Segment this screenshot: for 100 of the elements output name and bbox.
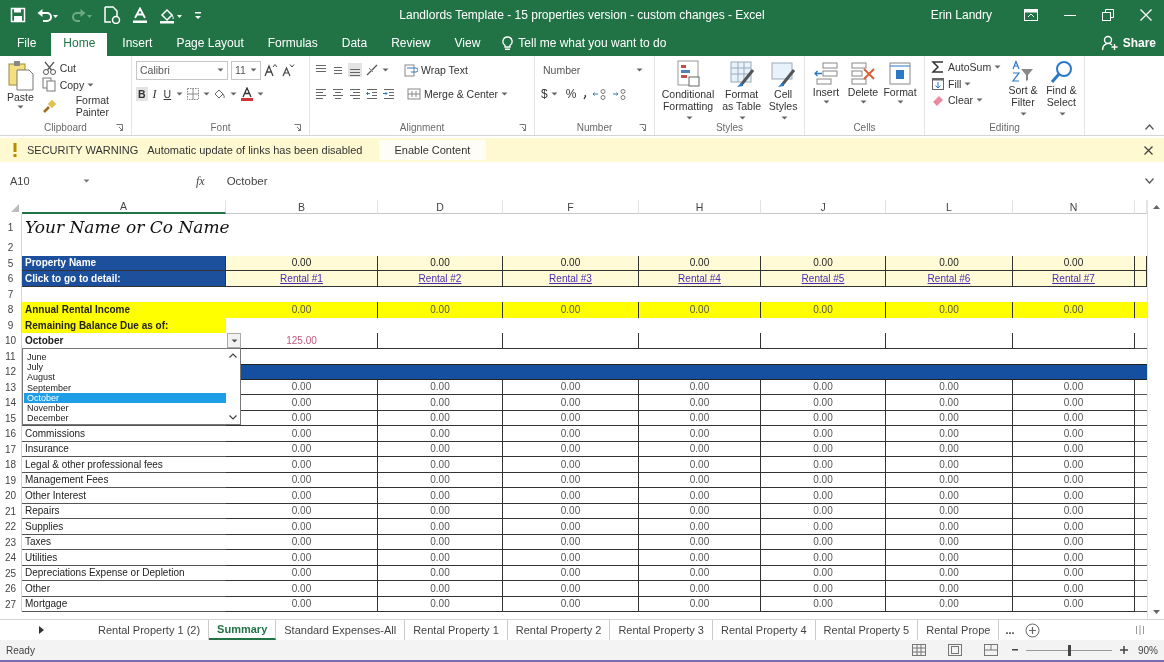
table-cell: 0.00 xyxy=(378,441,503,457)
row-number: 23 xyxy=(0,534,22,550)
more-tabs[interactable]: ... xyxy=(999,620,1021,640)
dropdown-option[interactable]: September xyxy=(24,382,226,393)
ribbon-tab[interactable]: Home xyxy=(51,33,108,56)
ribbon-tab[interactable]: File xyxy=(5,30,49,56)
table-cell: 0.00 xyxy=(378,565,503,581)
fill-button[interactable]: Fill xyxy=(929,76,1004,92)
close-icon[interactable] xyxy=(1144,145,1153,155)
table-cell: 0.00 xyxy=(503,565,639,581)
cell-styles-button[interactable]: Cell Styles xyxy=(766,60,800,124)
table-cell: 0.00 xyxy=(1013,472,1135,488)
collapse-ribbon-icon[interactable] xyxy=(1145,124,1154,130)
enable-content-button[interactable]: Enable Content xyxy=(378,140,487,160)
paste-button[interactable]: Paste xyxy=(4,60,37,109)
dropdown-option[interactable]: July xyxy=(24,362,226,373)
currency-button[interactable]: $ xyxy=(539,86,560,102)
table-cell: 0.00 xyxy=(639,395,761,411)
format-painter-button[interactable]: Format Painter xyxy=(39,93,127,119)
caret-icon xyxy=(217,68,224,72)
table-cell: 0.00 xyxy=(1013,519,1135,535)
autosum-button[interactable]: AutoSum xyxy=(929,58,1004,76)
font-color-icon xyxy=(240,87,255,101)
undo-icon[interactable] xyxy=(37,7,59,23)
share-button[interactable]: Share xyxy=(1095,30,1164,56)
save-icon[interactable] xyxy=(10,7,26,23)
column-header: F xyxy=(503,200,639,214)
dialog-launcher-icon[interactable] xyxy=(116,124,123,131)
fill-color-icon[interactable] xyxy=(159,6,183,24)
table-cell: 0.00 xyxy=(378,426,503,442)
increase-decimal-icon[interactable] xyxy=(592,88,609,100)
dropdown-option[interactable]: November xyxy=(24,402,226,414)
restore-icon[interactable] xyxy=(1102,9,1114,21)
bold-button[interactable]: B xyxy=(136,87,148,101)
sheet-title: Your Name or Co Name xyxy=(25,217,230,237)
ribbon-tab[interactable]: Page Layout xyxy=(164,30,256,56)
table-cell xyxy=(1135,255,1147,271)
column-header: H xyxy=(639,200,761,214)
dropdown-option[interactable]: December xyxy=(24,413,226,424)
insert-button[interactable]: Insert xyxy=(809,60,843,104)
table-cell: 0.00 xyxy=(886,534,1013,550)
ribbon-display-icon[interactable] xyxy=(1024,9,1038,21)
delete-button[interactable]: Delete xyxy=(846,60,880,104)
customize-icon[interactable] xyxy=(194,9,202,21)
name-box[interactable]: A10 xyxy=(0,171,90,191)
scroll-up-icon[interactable] xyxy=(1153,205,1160,209)
table-cell: 0.00 xyxy=(639,488,761,504)
dropdown-option[interactable]: August xyxy=(24,372,226,383)
ribbon-tab[interactable]: Review xyxy=(379,30,443,56)
format-button[interactable]: Format xyxy=(883,60,917,104)
table-cell: 0.00 xyxy=(1013,565,1135,581)
search-field[interactable]: Tell me what you want to do xyxy=(518,36,667,50)
normal-view-icon[interactable] xyxy=(912,644,926,656)
row-number: 10 xyxy=(0,333,22,349)
caret-icon xyxy=(994,65,1002,69)
scroll-up-icon[interactable] xyxy=(229,353,237,358)
ribbon-tab[interactable]: Formulas xyxy=(255,30,330,56)
split-handle-icon[interactable] xyxy=(1136,625,1144,635)
zoom-in-icon[interactable] xyxy=(1120,646,1128,654)
scroll-down-icon[interactable] xyxy=(1153,610,1160,614)
font-name-field[interactable]: Calibri xyxy=(136,60,228,80)
expand-icon[interactable] xyxy=(1145,178,1154,184)
add-sheet-icon[interactable] xyxy=(1024,622,1040,638)
ribbon-tab[interactable]: Data xyxy=(329,30,380,56)
font-size-field[interactable]: 11 xyxy=(231,60,261,80)
row-label: Other Interest xyxy=(22,488,226,504)
underline-button[interactable]: U xyxy=(161,87,174,101)
font-color-icon[interactable] xyxy=(132,6,148,24)
function-label: fx xyxy=(196,173,205,189)
merge-center-button[interactable]: Merge & Center xyxy=(405,86,511,102)
dialog-launcher-icon[interactable] xyxy=(294,124,301,131)
scroll-down-icon[interactable] xyxy=(229,415,237,420)
italic-button[interactable]: I xyxy=(150,85,159,103)
copy-button[interactable]: Copy xyxy=(39,76,127,93)
page-layout-icon[interactable] xyxy=(948,644,962,656)
find-select-button[interactable]: Find & Select xyxy=(1042,60,1080,120)
percent-button[interactable]: % xyxy=(563,86,579,102)
next-sheet-icon[interactable] xyxy=(38,626,44,634)
ribbon-tab[interactable]: View xyxy=(442,30,493,56)
clear-button[interactable]: Clear xyxy=(929,92,1004,108)
page-break-icon[interactable] xyxy=(984,644,998,656)
sort-filter-button[interactable]: Sort & Filter xyxy=(1006,60,1040,120)
dialog-launcher-icon[interactable] xyxy=(519,124,526,131)
ribbon-tab[interactable]: Insert xyxy=(110,30,165,56)
conditional-formatting-button[interactable]: Conditional Formatting xyxy=(659,60,718,124)
user-add-icon xyxy=(1101,35,1118,51)
wrap-text-button[interactable]: Wrap Text xyxy=(402,62,470,78)
document-icon[interactable] xyxy=(103,6,121,24)
dropdown-option[interactable]: June xyxy=(24,352,226,363)
slider-thumb[interactable] xyxy=(1068,644,1071,656)
table-cell: 0.00 xyxy=(378,395,503,411)
copy-icon xyxy=(41,77,57,92)
table-cell: 0.00 xyxy=(503,302,639,318)
cut-button[interactable]: Cut xyxy=(39,59,127,76)
decrease-decimal-icon[interactable] xyxy=(612,88,629,100)
table-cell: 0.00 xyxy=(761,255,886,271)
format-as-table-button[interactable]: Format as Table xyxy=(720,60,764,124)
formula-field[interactable]: October xyxy=(226,175,268,187)
table-cell: 0.00 xyxy=(226,457,378,473)
dialog-launcher-icon[interactable] xyxy=(639,124,646,131)
